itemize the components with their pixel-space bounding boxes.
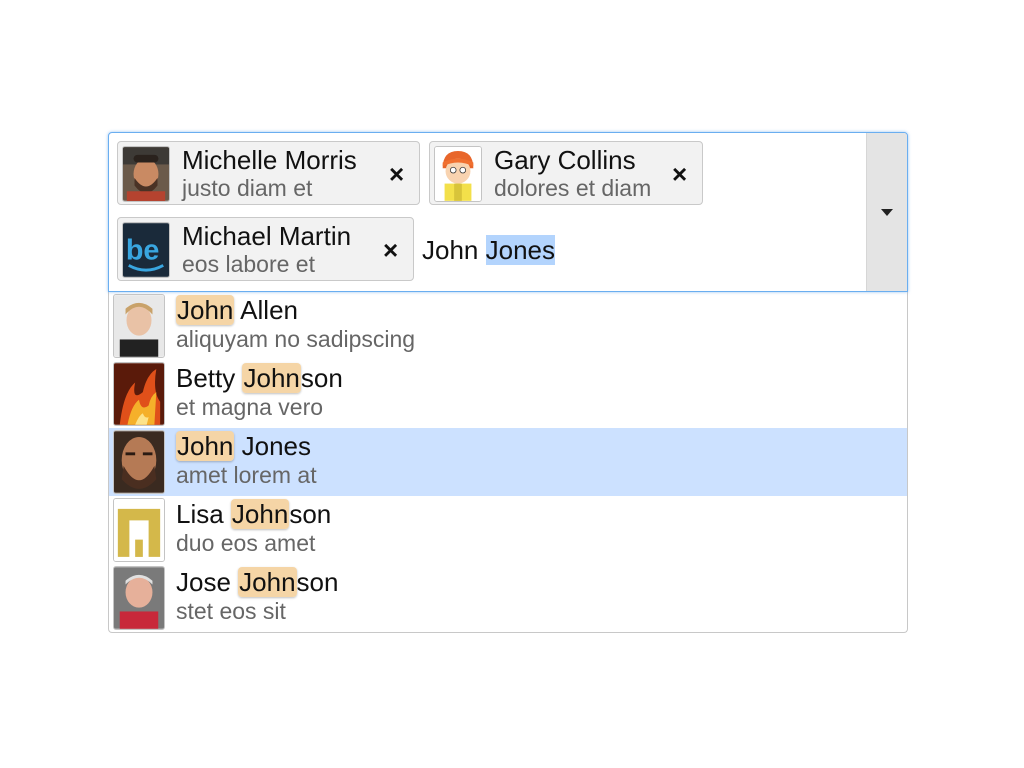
avatar bbox=[122, 146, 170, 202]
caret-down-icon bbox=[881, 208, 893, 216]
remove-chip-close-icon[interactable]: × bbox=[672, 161, 687, 187]
search-input[interactable]: John Jones bbox=[422, 235, 555, 266]
avatar bbox=[113, 294, 165, 358]
fire-art-avatar-icon bbox=[114, 363, 164, 425]
avatar bbox=[113, 430, 165, 494]
name-suffix: Jones bbox=[234, 431, 311, 461]
avatar: be bbox=[122, 222, 170, 278]
list-item[interactable]: John Allen aliquyam no sadipscing bbox=[109, 292, 907, 360]
option-subtitle: et magna vero bbox=[176, 394, 324, 420]
name-suffix: son bbox=[289, 499, 332, 529]
avatar bbox=[113, 498, 165, 562]
people-multiselect: Michelle Morris justo diam et × Gary Col… bbox=[108, 132, 908, 633]
dropdown-toggle-button[interactable] bbox=[866, 133, 907, 291]
option-subtitle: duo eos amet bbox=[176, 530, 316, 556]
selected-chip: be Michael Martin eos labore et × bbox=[117, 217, 414, 281]
selected-chip: Michelle Morris justo diam et × bbox=[117, 141, 420, 205]
chip-name: Gary Collins bbox=[494, 145, 636, 175]
option-name: John Jones bbox=[176, 431, 311, 462]
name-prefix: Lisa bbox=[176, 499, 231, 529]
chip-subtitle: eos labore et bbox=[182, 251, 315, 277]
cartoon-boy-avatar-icon bbox=[435, 147, 481, 201]
avatar bbox=[434, 146, 482, 202]
name-suffix: son bbox=[296, 567, 339, 597]
name-prefix: Betty bbox=[176, 363, 243, 393]
name-suffix: Allen bbox=[234, 295, 298, 325]
bearded-face-photo-icon bbox=[114, 431, 164, 493]
yellow-arch-logo-icon bbox=[114, 499, 164, 561]
avatar bbox=[113, 362, 165, 426]
chip-name: Michael Martin bbox=[182, 221, 352, 251]
options-list: John Allen aliquyam no sadipscing Betty … bbox=[108, 292, 908, 633]
option-name: Betty Johnson bbox=[176, 363, 343, 394]
name-suffix: son bbox=[300, 363, 343, 393]
match-highlight: John bbox=[242, 363, 301, 393]
option-subtitle: aliquyam no sadipscing bbox=[176, 326, 416, 352]
list-item[interactable]: Betty Johnson et magna vero bbox=[109, 360, 907, 428]
option-name: John Allen bbox=[176, 295, 298, 326]
selected-chip: Gary Collins dolores et diam × bbox=[429, 141, 703, 205]
match-highlight: John bbox=[230, 499, 290, 529]
svg-text:be: be bbox=[126, 235, 160, 267]
bearded-man-photo-icon bbox=[123, 147, 169, 201]
avatar bbox=[113, 566, 165, 630]
remove-chip-close-icon[interactable]: × bbox=[389, 161, 404, 187]
match-highlight: John bbox=[176, 431, 235, 461]
chip-subtitle: justo diam et bbox=[182, 175, 313, 201]
older-man-photo-icon bbox=[114, 567, 164, 629]
search-autocomplete-selection: Jones bbox=[485, 235, 555, 265]
chip-name: Michelle Morris bbox=[182, 145, 357, 175]
list-item[interactable]: Jose Johnson stet eos sit bbox=[109, 564, 907, 632]
option-name: Lisa Johnson bbox=[176, 499, 331, 530]
be-logo-avatar-icon: be bbox=[123, 223, 169, 277]
list-item-active[interactable]: John Jones amet lorem at bbox=[109, 428, 907, 496]
option-subtitle: amet lorem at bbox=[176, 462, 317, 488]
multiselect-control[interactable]: Michelle Morris justo diam et × Gary Col… bbox=[108, 132, 908, 292]
list-item[interactable]: Lisa Johnson duo eos amet bbox=[109, 496, 907, 564]
remove-chip-close-icon[interactable]: × bbox=[383, 237, 398, 263]
man-photo-icon bbox=[114, 295, 164, 357]
chip-subtitle: dolores et diam bbox=[494, 175, 652, 201]
search-typed-text: John bbox=[422, 235, 486, 265]
name-prefix: Jose bbox=[176, 567, 239, 597]
match-highlight: John bbox=[238, 567, 297, 597]
option-name: Jose Johnson bbox=[176, 567, 338, 598]
option-subtitle: stet eos sit bbox=[176, 598, 286, 624]
match-highlight: John bbox=[176, 295, 235, 325]
